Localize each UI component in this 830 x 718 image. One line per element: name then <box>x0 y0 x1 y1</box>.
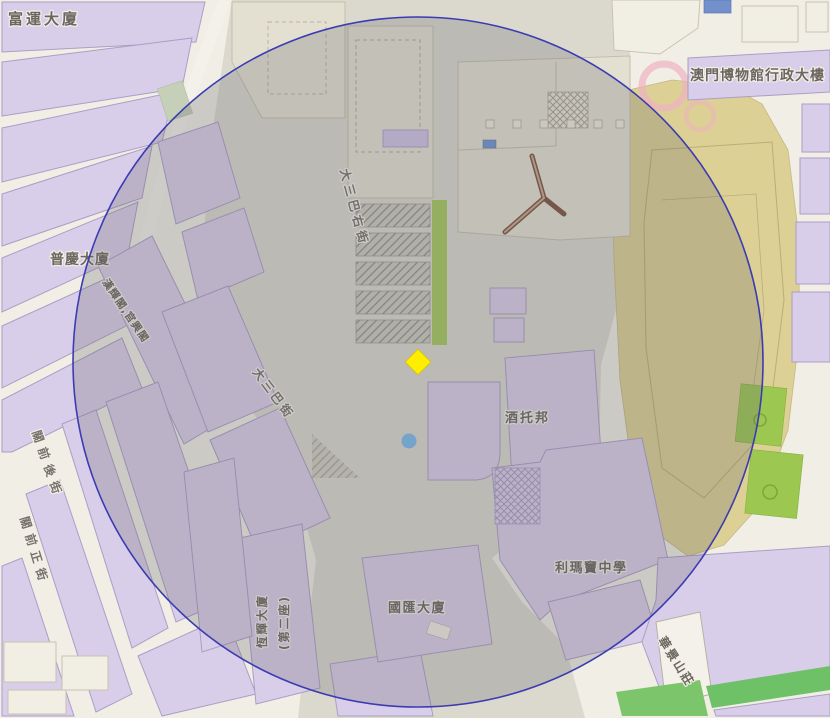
pool-blue-rect <box>704 0 731 13</box>
label-museum-admin-building: 澳門博物館行政大樓 <box>690 67 825 84</box>
label-fuwan-building: 富運大廈 <box>8 10 80 28</box>
map-canvas[interactable]: 富運大廈 普慶大廈 漢輝閣,官興閣 大三巴右街 大三巴街 關前後街 關前正街 澳… <box>0 0 830 718</box>
poi-dot-marker[interactable] <box>402 434 417 449</box>
